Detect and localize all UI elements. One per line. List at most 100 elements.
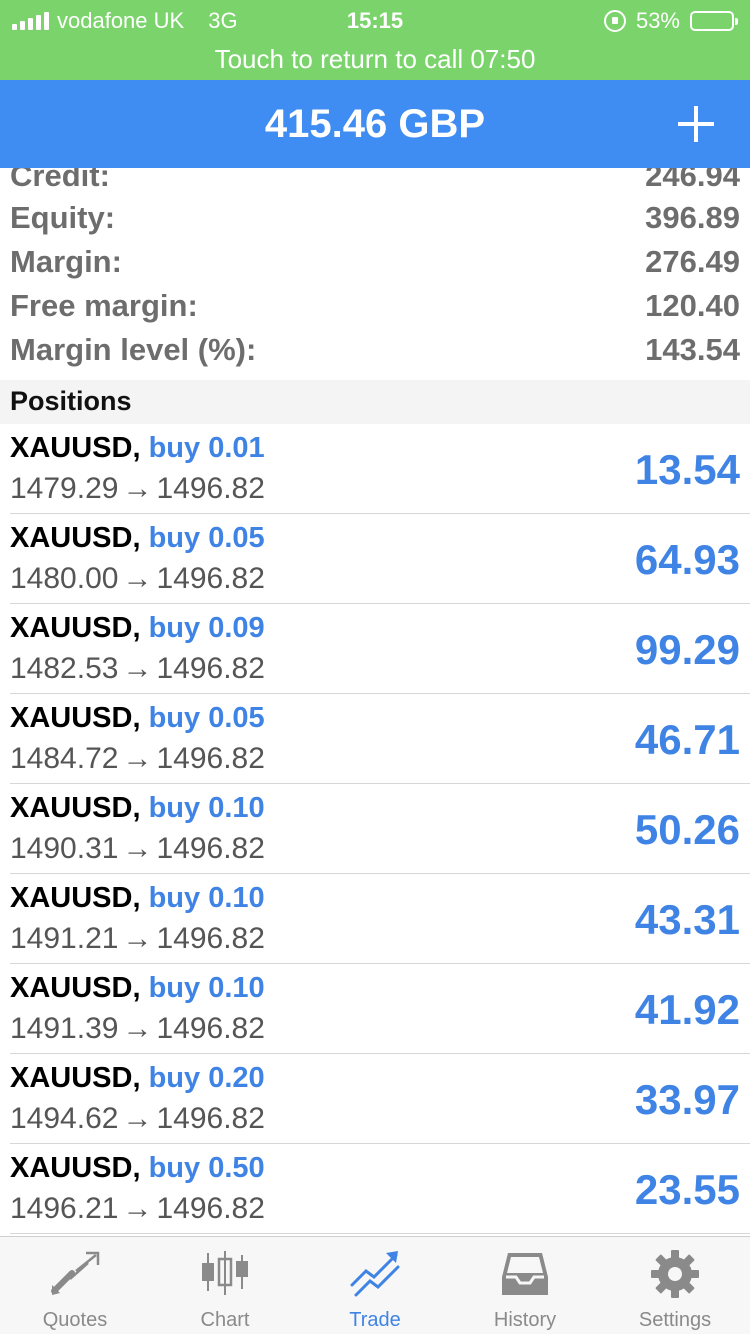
position-profit: 43.31 xyxy=(634,896,740,943)
position-type: buy 0.50 xyxy=(148,1152,265,1184)
tab-label: History xyxy=(493,1309,557,1331)
position-current-price: 1496.82 xyxy=(156,1102,265,1135)
position-open-price: 1496.21 xyxy=(10,1192,119,1225)
position-symbol: XAUUSD, xyxy=(10,1062,141,1094)
margin-level-label: Margin level (%): xyxy=(10,332,257,367)
tab-label: Quotes xyxy=(42,1309,108,1331)
positions-list: XAUUSD, buy 0.01 1479.29 → 1496.82 13.54 X… xyxy=(0,424,750,1234)
arrow-right-icon: → xyxy=(122,1012,153,1045)
table-row[interactable]: XAUUSD, buy 0.10 1490.31 → 1496.82 50.26 xyxy=(10,784,750,874)
position-type: buy 0.05 xyxy=(148,522,265,554)
position-profit: 23.55 xyxy=(634,1166,740,1213)
history-icon xyxy=(502,1253,548,1295)
position-symbol: XAUUSD, xyxy=(10,432,141,464)
position-profit: 64.93 xyxy=(634,536,740,583)
header: 415.46 GBP xyxy=(0,80,750,168)
position-current-price: 1496.82 xyxy=(156,652,265,685)
position-symbol: XAUUSD, xyxy=(10,972,141,1004)
table-row[interactable]: XAUUSD, buy 0.10 1491.21 → 1496.82 43.31 xyxy=(10,874,750,964)
position-open-price: 1482.53 xyxy=(10,652,119,685)
position-symbol: XAUUSD, xyxy=(10,612,141,644)
trade-icon xyxy=(350,1251,400,1297)
free-margin-value: 120.40 xyxy=(645,288,740,323)
tab-label: Trade xyxy=(349,1309,401,1331)
tab-bar: Quotes Chart Trade History Settings xyxy=(0,1236,750,1334)
position-current-price: 1496.82 xyxy=(156,1012,265,1045)
free-margin-label: Free margin: xyxy=(10,288,198,323)
table-row[interactable]: XAUUSD, buy 0.50 1496.21 → 1496.82 23.55 xyxy=(10,1144,750,1234)
tab-settings[interactable]: Settings xyxy=(600,1237,750,1334)
arrow-right-icon: → xyxy=(122,1102,153,1135)
tab-chart[interactable]: Chart xyxy=(150,1237,300,1334)
margin-level-value: 143.54 xyxy=(645,332,740,367)
tab-history[interactable]: History xyxy=(450,1237,600,1334)
position-current-price: 1496.82 xyxy=(156,1192,265,1225)
positions-title: Positions xyxy=(10,386,132,416)
tab-label: Settings xyxy=(638,1309,712,1331)
plus-icon[interactable] xyxy=(678,106,714,142)
position-profit: 41.92 xyxy=(634,986,740,1033)
status-bar: vodafone UK 3G 15:15 53% xyxy=(0,0,750,40)
arrow-right-icon: → xyxy=(122,922,153,955)
position-current-price: 1496.82 xyxy=(156,832,265,865)
position-open-price: 1484.72 xyxy=(10,742,119,775)
summary-row-margin: Margin: 276.49 xyxy=(10,240,740,284)
position-symbol: XAUUSD, xyxy=(10,522,141,554)
equity-value: 396.89 xyxy=(645,200,740,235)
position-symbol: XAUUSD, xyxy=(10,702,141,734)
position-type: buy 0.01 xyxy=(148,432,265,464)
position-profit: 99.29 xyxy=(634,626,740,673)
position-type: buy 0.20 xyxy=(148,1062,265,1094)
position-profit: 13.54 xyxy=(634,446,740,493)
tab-trade[interactable]: Trade xyxy=(300,1237,450,1334)
credit-value: 246.94 xyxy=(645,168,740,193)
position-profit: 50.26 xyxy=(634,806,740,853)
position-type: buy 0.10 xyxy=(148,792,265,824)
battery-icon xyxy=(690,11,738,31)
margin-label: Margin: xyxy=(10,244,122,279)
status-right: 53% xyxy=(603,8,738,34)
position-symbol: XAUUSD, xyxy=(10,1152,141,1184)
position-open-price: 1490.31 xyxy=(10,832,119,865)
margin-value: 276.49 xyxy=(645,244,740,279)
tab-label: Chart xyxy=(200,1309,250,1331)
position-current-price: 1496.82 xyxy=(156,742,265,775)
position-symbol: XAUUSD, xyxy=(10,882,141,914)
position-symbol: XAUUSD, xyxy=(10,792,141,824)
position-current-price: 1496.82 xyxy=(156,472,265,505)
summary-row-free-margin: Free margin: 120.40 xyxy=(10,284,740,328)
table-row[interactable]: XAUUSD, buy 0.09 1482.53 → 1496.82 99.29 xyxy=(10,604,750,694)
position-open-price: 1480.00 xyxy=(10,562,119,595)
position-current-price: 1496.82 xyxy=(156,562,265,595)
arrow-right-icon: → xyxy=(122,742,153,775)
position-current-price: 1496.82 xyxy=(156,922,265,955)
lock-rotation-icon xyxy=(603,10,626,32)
arrow-right-icon: → xyxy=(122,472,153,505)
summary-row-credit: Credit: 246.94 xyxy=(10,168,740,198)
balance-title: 415.46 GBP xyxy=(264,102,486,146)
table-row[interactable]: XAUUSD, buy 0.05 1484.72 → 1496.82 46.71 xyxy=(10,694,750,784)
summary-row-margin-level: Margin level (%): 143.54 xyxy=(10,328,740,372)
position-open-price: 1491.39 xyxy=(10,1012,119,1045)
arrow-right-icon: → xyxy=(122,1192,153,1225)
return-to-call-bar[interactable]: Touch to return to call 07:50 xyxy=(0,40,750,80)
arrow-right-icon: → xyxy=(122,652,153,685)
position-type: buy 0.09 xyxy=(148,612,265,644)
arrow-right-icon: → xyxy=(122,832,153,865)
position-type: buy 0.10 xyxy=(148,972,265,1004)
table-row[interactable]: XAUUSD, buy 0.01 1479.29 → 1496.82 13.54 xyxy=(10,424,750,514)
positions-section-header: Positions xyxy=(0,380,750,424)
position-open-price: 1491.21 xyxy=(10,922,119,955)
account-summary: Credit: 246.94 Equity: 396.89 Margin: 27… xyxy=(0,168,750,380)
position-type: buy 0.05 xyxy=(148,702,265,734)
arrow-right-icon: → xyxy=(122,562,153,595)
position-profit: 46.71 xyxy=(634,716,740,763)
table-row[interactable]: XAUUSD, buy 0.20 1494.62 → 1496.82 33.97 xyxy=(10,1054,750,1144)
equity-label: Equity: xyxy=(10,200,116,235)
table-row[interactable]: XAUUSD, buy 0.05 1480.00 → 1496.82 64.93 xyxy=(10,514,750,604)
position-open-price: 1494.62 xyxy=(10,1102,119,1135)
position-profit: 33.97 xyxy=(634,1076,740,1123)
battery-percent: 53% xyxy=(635,8,680,33)
tab-quotes[interactable]: Quotes xyxy=(0,1237,150,1334)
table-row[interactable]: XAUUSD, buy 0.10 1491.39 → 1496.82 41.92 xyxy=(10,964,750,1054)
